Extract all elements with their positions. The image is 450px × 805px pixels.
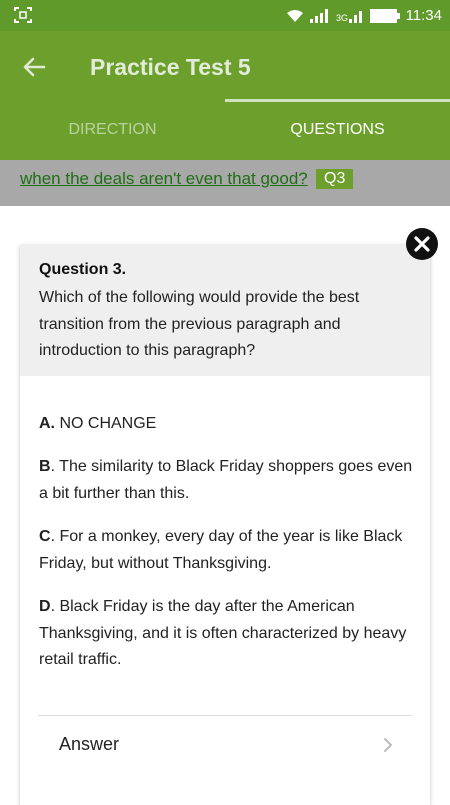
option-letter: A. — [39, 415, 55, 432]
option-a[interactable]: A. NO CHANGE — [39, 411, 419, 438]
arrow-back-icon[interactable] — [18, 51, 50, 83]
screenshot-icon — [14, 7, 32, 23]
status-bar: 3G 11:34 — [0, 0, 450, 31]
answer-label: Answer — [59, 734, 120, 754]
signal-3g-icon: 3G — [336, 10, 362, 23]
tab-questions[interactable]: QUESTIONS — [225, 101, 450, 159]
option-letter: C — [39, 528, 51, 545]
option-d[interactable]: D. Black Friday is the day after the Ame… — [39, 594, 419, 674]
option-text: . The similarity to Black Friday shopper… — [39, 458, 413, 502]
option-b[interactable]: B. The similarity to Black Friday shoppe… — [39, 454, 419, 507]
wifi-icon — [286, 9, 303, 22]
option-letter: B — [39, 458, 51, 475]
question-badge[interactable]: Q3 — [316, 169, 354, 189]
option-letter: D — [39, 598, 51, 615]
option-text: . For a monkey, every day of the year is… — [39, 528, 403, 572]
signal-icon — [309, 8, 328, 23]
passage-link[interactable]: when the deals aren't even that good? — [20, 169, 308, 189]
question-header: Question 3. Which of the following would… — [20, 245, 430, 376]
chevron-right-icon — [384, 738, 392, 752]
option-c[interactable]: C. For a monkey, every day of the year i… — [39, 524, 419, 577]
status-icons: 3G 11:34 — [286, 0, 442, 31]
option-text: NO CHANGE — [55, 415, 157, 432]
svg-text:3G: 3G — [336, 13, 348, 23]
question-text: Which of the following would provide the… — [39, 289, 360, 359]
status-time: 11:34 — [405, 7, 442, 24]
app-bar: Practice Test 5 DIRECTION QUESTIONS — [0, 31, 450, 160]
tab-direction[interactable]: DIRECTION — [0, 101, 225, 159]
page-title: Practice Test 5 — [90, 54, 251, 80]
close-button[interactable] — [406, 228, 438, 260]
battery-icon — [369, 8, 400, 23]
question-number: Question 3. — [39, 261, 127, 278]
passage-strip: when the deals aren't even that good? Q3 — [0, 160, 450, 206]
option-text: . Black Friday is the day after the Amer… — [39, 598, 407, 668]
question-card: Question 3. Which of the following would… — [20, 245, 430, 805]
close-icon — [414, 236, 430, 252]
answer-button[interactable]: Answer — [38, 716, 412, 776]
